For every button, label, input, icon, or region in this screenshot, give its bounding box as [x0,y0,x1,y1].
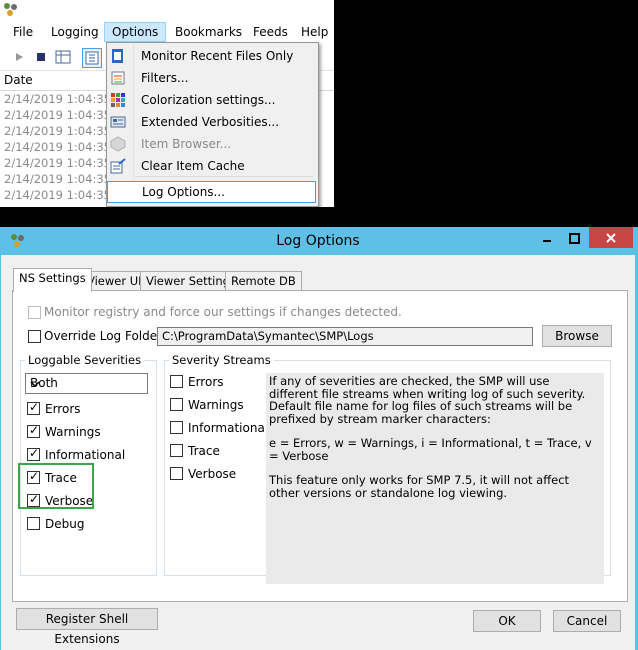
monitor-registry-checkbox[interactable] [28,306,41,319]
stream-verbose-checkbox[interactable] [170,467,183,480]
list-item[interactable]: 2/14/2019 1:04:35 PM [4,155,114,171]
info-line: If any of severities are checked, the SM… [269,374,586,401]
list-item[interactable]: 2/14/2019 1:04:35 PM [4,107,114,123]
menu-item-label: Filters... [141,71,189,85]
menu-item-extended-verbosities[interactable]: Extended Verbosities... [107,111,316,133]
menu-item-label: Clear Item Cache [141,159,245,173]
item-browser-icon [109,135,127,153]
log-options-dialog: Log Options NS Settings Viewer UI Viewer… [0,227,638,650]
severity-warnings-label: Warnings [45,425,101,439]
log-folder-field[interactable]: C:\ProgramData\Symantec\SMP\Logs [157,327,533,346]
list-item[interactable]: 2/14/2019 1:04:35 PM [4,139,114,155]
severity-debug-checkbox[interactable] [27,517,40,530]
override-folder-label: Override Log Folder: [44,329,166,343]
severity-streams-title: Severity Streams [169,353,274,367]
menu-item-filters[interactable]: Filters... [107,67,316,89]
severity-informational-checkbox[interactable]: ✓ [27,446,40,461]
grid-icon[interactable] [54,48,72,66]
stream-trace-label: Trace [188,444,220,458]
severity-errors-label: Errors [45,402,81,416]
ok-button[interactable]: OK [473,610,541,632]
menu-item-label: Monitor Recent Files Only [141,49,294,63]
severity-warnings-checkbox[interactable]: ✓ [27,423,40,438]
browse-button[interactable]: Browse [542,325,612,347]
info-line: Default file name for log files of such … [269,399,573,426]
tab-ns-settings[interactable]: NS Settings [13,268,92,292]
app-icon [2,1,20,19]
highlight-box [18,463,94,509]
menu-item-monitor-recent[interactable]: Monitor Recent Files Only [107,45,316,67]
colorization-icon [109,91,127,109]
menu-item-log-options[interactable]: Log Options... [107,181,316,203]
menu-help[interactable]: Help [294,22,334,42]
stream-informational-label: Informational [188,421,269,435]
loggable-severities-title: Loggable Severities [25,353,145,367]
dialog-titlebar[interactable]: Log Options [1,227,635,255]
monitor-registry-label: Monitor registry and force our settings … [44,305,402,319]
menu-options[interactable]: Options [104,22,167,42]
stream-trace-checkbox[interactable] [170,444,183,457]
menu-item-label: Extended Verbosities... [141,115,280,129]
info-line: e = Errors, w = Warnings, i = Informatio… [269,436,592,463]
stop-icon[interactable] [32,48,50,66]
list-item[interactable]: 2/14/2019 1:04:35 PM [4,91,114,107]
stream-verbose-label: Verbose [188,467,237,481]
stream-warnings-checkbox[interactable] [170,398,183,411]
menu-item-label: Log Options... [142,185,225,199]
severity-errors-checkbox[interactable]: ✓ [27,400,40,415]
stream-warnings-label: Warnings [188,398,244,412]
menu-item-label: Colorization settings... [141,93,276,107]
columns-icon[interactable] [82,48,102,68]
override-folder-checkbox[interactable] [28,330,41,343]
severity-debug-label: Debug [45,517,85,531]
menu-logging[interactable]: Logging [44,22,106,42]
clear-cache-icon [109,157,127,175]
severity-mode-select[interactable]: Both [25,373,148,394]
stream-errors-checkbox[interactable] [170,375,183,388]
list-item[interactable]: 2/14/2019 1:04:35 PM [4,123,114,139]
date-column-header[interactable]: Date [4,73,33,87]
menu-item-clear-cache[interactable]: Clear Item Cache [107,155,316,177]
stream-errors-label: Errors [188,375,224,389]
play-icon[interactable] [10,48,28,66]
tab-remote-db[interactable]: Remote DB [225,271,302,291]
list-item[interactable]: 2/14/2019 1:04:35 PM [4,187,114,203]
chevron-down-icon [30,378,144,392]
cancel-button[interactable]: Cancel [553,610,621,632]
severity-streams-info: If any of severities are checked, the SM… [266,373,604,584]
menu-bar: File Logging Options Bookmarks Feeds Hel… [0,22,334,42]
close-icon[interactable] [589,227,633,248]
minimize-icon[interactable] [536,229,558,247]
verbosities-icon [109,113,127,131]
menu-bookmarks[interactable]: Bookmarks [168,22,249,42]
menu-separator [135,176,313,177]
info-line: This feature only works for SMP 7.5, it … [269,473,570,500]
register-shell-extensions-button[interactable]: Register Shell Extensions [16,608,158,646]
menu-item-label: Item Browser... [141,137,232,151]
options-dropdown-menu: Monitor Recent Files Only Filters... Col… [106,42,319,207]
maximize-icon[interactable] [563,229,585,247]
stream-informational-checkbox[interactable] [170,421,183,434]
monitor-files-icon [109,47,127,65]
menu-file[interactable]: File [6,22,40,42]
list-item[interactable]: 2/14/2019 1:04:35 PM [4,171,114,187]
menu-item-item-browser[interactable]: Item Browser... [107,133,316,155]
menu-feeds[interactable]: Feeds [246,22,295,42]
menu-item-colorization[interactable]: Colorization settings... [107,89,316,111]
severity-informational-label: Informational [45,448,126,462]
filters-icon [109,69,127,87]
